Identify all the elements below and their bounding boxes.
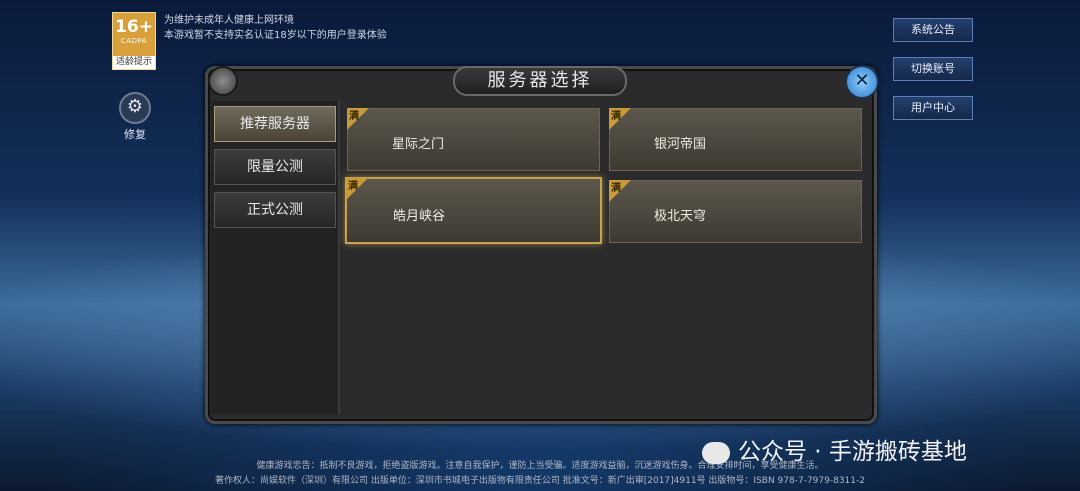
full-tag-text: 满 <box>611 183 621 194</box>
repair-button[interactable]: ⚙ 修复 <box>118 92 152 142</box>
category-recommended[interactable]: 推荐服务器 <box>214 106 336 142</box>
user-center-button[interactable]: 用户中心 <box>893 96 973 120</box>
panel-rivet-left <box>208 66 238 96</box>
server-card[interactable]: 满 银河帝国 <box>609 108 862 171</box>
panel-title: 服务器选择 <box>453 66 627 96</box>
age-rating-org: CADPA <box>120 37 148 45</box>
gear-wrench-icon: ⚙ <box>119 92 151 124</box>
server-name: 星际之门 <box>392 137 445 152</box>
switch-account-button[interactable]: 切换账号 <box>893 57 973 81</box>
server-card[interactable]: 满 星际之门 <box>347 108 600 171</box>
system-notice-button[interactable]: 系统公告 <box>893 18 973 42</box>
category-limited-beta[interactable]: 限量公测 <box>214 149 336 185</box>
wechat-icon <box>702 441 730 464</box>
category-public-beta[interactable]: 正式公测 <box>214 192 336 228</box>
watermark: 公众号 · 手游搬砖基地 <box>702 432 967 466</box>
age-rating-badge: 16+ CADPA 适龄提示 <box>112 12 156 70</box>
server-name: 皓月峡谷 <box>393 209 446 224</box>
minor-notice-line2: 本游戏暂不支持实名认证18岁以下的用户登录体验 <box>164 30 387 41</box>
server-name: 银河帝国 <box>654 137 707 152</box>
server-card-selected[interactable]: 满 皓月峡谷 <box>345 177 602 244</box>
server-name: 极北天穹 <box>654 209 707 224</box>
full-tag-text: 满 <box>348 181 358 192</box>
copyright-text: 著作权人：尚娱软件（深圳）有限公司 出版单位：深圳市书城电子出版物有限责任公司 … <box>215 476 865 486</box>
close-icon[interactable]: ✕ <box>845 65 879 99</box>
minor-notice-line1: 为维护未成年人健康上网环境 <box>164 15 294 26</box>
age-rating-number: 16+ <box>115 17 153 37</box>
repair-label: 修复 <box>124 128 146 141</box>
category-list <box>211 101 340 414</box>
server-card[interactable]: 满 极北天穹 <box>609 180 862 243</box>
watermark-text: 公众号 · 手游搬砖基地 <box>738 439 967 465</box>
full-tag-text: 满 <box>349 111 359 122</box>
full-tag-text: 满 <box>611 111 621 122</box>
age-rating-tip[interactable]: 适龄提示 <box>113 56 155 69</box>
